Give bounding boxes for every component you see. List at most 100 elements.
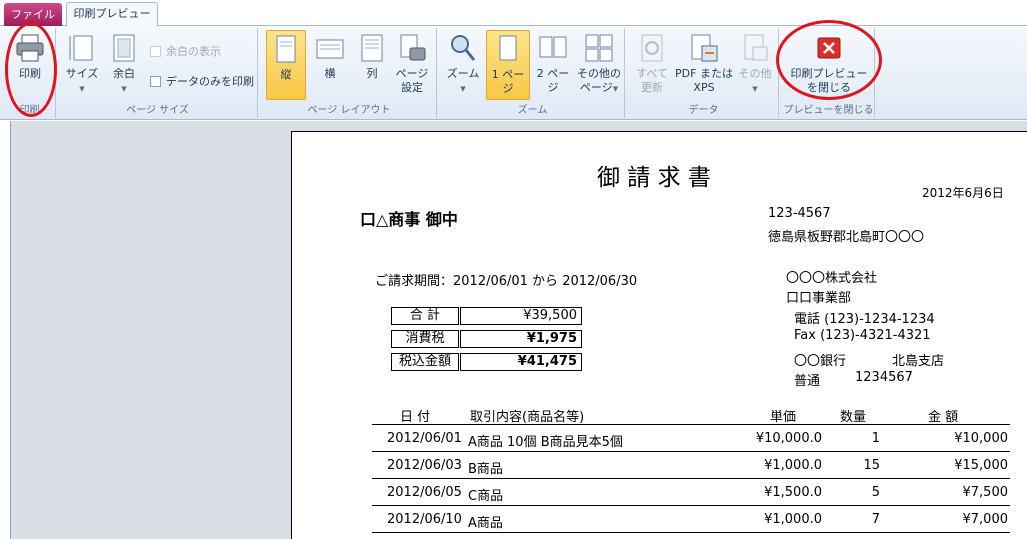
page-setup-label-2: 設定 bbox=[401, 81, 423, 94]
invoice-title: 御 請 求 書 bbox=[597, 165, 711, 191]
row-description: A商品 10個 B商品見本5個 bbox=[468, 435, 623, 450]
row-unit-price: ¥10,000.0 bbox=[755, 431, 822, 446]
row-unit-price: ¥1,000.0 bbox=[764, 458, 822, 473]
row-date: 2012/06/10 bbox=[387, 512, 462, 527]
zoom-button[interactable]: ズーム ▼ bbox=[443, 30, 483, 96]
column-header-date: 日 付 bbox=[400, 410, 431, 425]
one-page-button[interactable]: 1 ページ bbox=[486, 30, 530, 100]
page-setup-icon bbox=[400, 34, 426, 61]
row-unit-price: ¥1,500.0 bbox=[764, 485, 822, 500]
row-rule bbox=[372, 532, 1010, 533]
row-amount: ¥7,000 bbox=[962, 512, 1009, 527]
billing-period: ご請求期間：2012/06/01 から 2012/06/30 bbox=[375, 274, 638, 289]
tax-included-value: ¥41,475 bbox=[460, 353, 582, 371]
navigation-pane-edge bbox=[0, 121, 10, 539]
landscape-page-icon bbox=[316, 39, 344, 59]
zoom-dropdown-icon: ▼ bbox=[460, 85, 466, 93]
landscape-button[interactable]: 横 bbox=[310, 30, 350, 81]
tab-print-preview[interactable]: 印刷プレビュー bbox=[66, 2, 158, 27]
portrait-page-icon bbox=[276, 35, 296, 63]
more-export-icon bbox=[744, 34, 768, 61]
close-preview-group-label: プレビューを閉じる bbox=[783, 105, 874, 116]
one-page-icon bbox=[499, 35, 517, 61]
annotation-circle-print bbox=[5, 22, 57, 117]
portrait-button[interactable]: 縦 bbox=[266, 30, 306, 100]
row-unit-price: ¥1,000.0 bbox=[764, 512, 822, 527]
account-type: 普通 bbox=[794, 374, 821, 389]
page-size-group: サイズ ▼ 余白 ▼ 余白の表示 データのみを印刷 ページ サイズ bbox=[58, 28, 258, 118]
two-page-icon bbox=[539, 36, 567, 58]
zoom-label: ズーム bbox=[446, 67, 480, 80]
columns-button[interactable]: 列 bbox=[354, 30, 390, 81]
show-margins-label: 余白の表示 bbox=[166, 45, 221, 58]
size-label: サイズ bbox=[65, 67, 99, 80]
pdf-xps-button[interactable]: PDF または XPS bbox=[675, 30, 733, 95]
refresh-all-button[interactable]: すべて 更新 bbox=[631, 30, 673, 95]
tax-value: ¥1,975 bbox=[460, 330, 582, 348]
margins-icon bbox=[113, 34, 135, 62]
pdf-xps-label-2: XPS bbox=[693, 81, 715, 94]
column-header-amount: 金 額 bbox=[928, 410, 959, 425]
columns-label: 列 bbox=[366, 67, 378, 80]
column-header-unit-price: 単価 bbox=[770, 410, 797, 425]
postal-code: 123-4567 bbox=[768, 206, 831, 221]
row-rule bbox=[372, 505, 1010, 506]
other-pages-dropdown-icon: ▼ bbox=[612, 85, 619, 93]
row-quantity: 15 bbox=[863, 458, 880, 473]
margin-dropdown-icon: ▼ bbox=[121, 85, 127, 93]
annotation-circle-close-preview bbox=[776, 20, 882, 100]
more-dropdown-icon: ▼ bbox=[752, 85, 758, 93]
page-layout-group: 縦 横 列 ページ 設定 ページ レイアウト bbox=[262, 28, 437, 118]
portrait-label: 縦 bbox=[280, 68, 292, 81]
row-date: 2012/06/05 bbox=[387, 485, 462, 500]
bank-name: 〇〇銀行 bbox=[794, 354, 847, 369]
header-rule bbox=[372, 424, 1010, 425]
account-number: 1234567 bbox=[855, 370, 913, 385]
print-data-only-checkbox[interactable]: データのみを印刷 bbox=[150, 73, 254, 89]
one-page-label: 1 ページ bbox=[491, 68, 525, 95]
pdf-xps-label-1: PDF または bbox=[675, 67, 733, 80]
page-setup-label-1: ページ bbox=[395, 67, 429, 80]
zoom-group: ズーム ▼ 1 ページ 2 ページ その他の ページ▼ ズーム bbox=[441, 28, 625, 118]
show-margins-checkbox[interactable]: 余白の表示 bbox=[150, 43, 221, 59]
row-quantity: 5 bbox=[871, 485, 880, 500]
recipient-address: 徳島県板野郡北島町〇〇〇 bbox=[768, 230, 925, 245]
more-label: その他 bbox=[738, 67, 772, 80]
refresh-all-label-2: 更新 bbox=[641, 81, 663, 94]
refresh-icon bbox=[641, 34, 663, 62]
print-data-only-label: データのみを印刷 bbox=[166, 75, 254, 88]
row-amount: ¥7,500 bbox=[962, 485, 1009, 500]
row-quantity: 7 bbox=[871, 512, 880, 527]
columns-icon bbox=[361, 34, 383, 62]
other-pages-button[interactable]: その他の ページ▼ bbox=[576, 30, 622, 96]
row-date: 2012/06/01 bbox=[387, 431, 462, 446]
division-name: 口口事業部 bbox=[786, 291, 852, 306]
refresh-all-label-1: すべて bbox=[636, 67, 668, 80]
two-page-label: 2 ページ bbox=[536, 67, 570, 94]
page-setup-button[interactable]: ページ 設定 bbox=[392, 30, 432, 95]
row-rule bbox=[372, 451, 1010, 452]
company-name: 〇〇〇株式会社 bbox=[786, 271, 878, 286]
row-amount: ¥10,000 bbox=[954, 431, 1008, 446]
multi-page-icon bbox=[585, 34, 613, 62]
landscape-label: 横 bbox=[324, 67, 336, 80]
row-description: C商品 bbox=[468, 489, 504, 504]
phone-number: 電話 (123)-1234-1234 bbox=[794, 312, 935, 327]
tax-label: 消費税 bbox=[391, 330, 459, 348]
column-header-quantity: 数量 bbox=[840, 410, 867, 425]
branch-name: 北島支店 bbox=[892, 354, 945, 369]
tax-included-label: 税込金額 bbox=[391, 353, 459, 371]
page-size-group-label: ページ サイズ bbox=[126, 105, 189, 116]
more-button[interactable]: その他 ▼ bbox=[735, 30, 775, 96]
checkbox-box bbox=[150, 45, 161, 57]
margin-button[interactable]: 余白 ▼ bbox=[104, 30, 144, 96]
invoice-date: 2012年6月6日 bbox=[922, 186, 1004, 200]
row-description: B商品 bbox=[468, 462, 503, 477]
data-group-label: データ bbox=[688, 105, 719, 116]
page-layout-group-label: ページ レイアウト bbox=[307, 105, 391, 116]
ribbon-tab-bar: ファイル 印刷プレビュー bbox=[0, 0, 1027, 27]
fax-number: Fax (123)-4321-4321 bbox=[794, 328, 931, 343]
size-button[interactable]: サイズ ▼ bbox=[62, 30, 102, 96]
two-page-button[interactable]: 2 ページ bbox=[532, 30, 574, 95]
row-date: 2012/06/03 bbox=[387, 458, 462, 473]
